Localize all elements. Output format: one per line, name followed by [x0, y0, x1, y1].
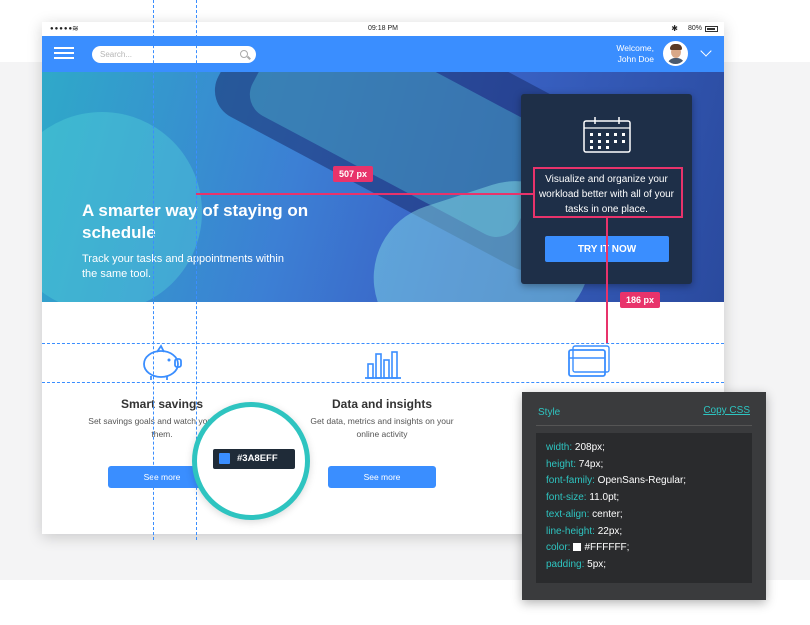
color-swatch-white: [573, 543, 582, 552]
color-hex-value: #3A8EFF: [237, 453, 278, 464]
measure-line-horizontal: [196, 193, 533, 195]
guide-horizontal-bottom: [42, 382, 724, 383]
avatar[interactable]: [663, 41, 688, 66]
css-line: font-size: 11.0pt;: [546, 492, 620, 504]
css-line: padding: 5px;: [546, 558, 607, 570]
chevron-down-icon[interactable]: [700, 45, 712, 57]
style-inspector-panel: Style Copy CSS width: 208px; height: 74p…: [522, 392, 766, 600]
measure-tag-vertical: 186 px: [620, 292, 661, 308]
panel-divider: [536, 425, 752, 426]
css-line: width: 208px;: [546, 442, 605, 453]
user-name: John Doe: [617, 54, 654, 64]
guide-vertical-left: [153, 0, 154, 540]
battery-icon: [705, 26, 718, 32]
status-time: 09:18 PM: [368, 25, 398, 32]
color-picker-tooltip: #3A8EFF: [213, 449, 295, 469]
search-icon[interactable]: [240, 50, 248, 58]
feature-text: Get data, metrics and insights on your o…: [310, 416, 454, 439]
battery-percent: 80%: [687, 25, 702, 32]
piggy-bank-icon: [143, 344, 182, 380]
guide-horizontal-top: [42, 343, 724, 344]
see-more-button[interactable]: See more: [328, 466, 436, 488]
search-bar: [92, 46, 256, 63]
user-greeting: Welcome, John Doe: [616, 43, 654, 65]
panel-title: Style: [538, 407, 561, 418]
css-line: font-family: OpenSans-Regular;: [546, 475, 687, 487]
copy-css-link[interactable]: Copy CSS: [703, 405, 750, 416]
cards-icon: [568, 345, 610, 377]
measured-element-outline: [533, 167, 683, 218]
welcome-label: Welcome,: [616, 43, 654, 53]
css-line: text-align: center;: [546, 508, 623, 520]
css-line: color: #FFFFFF;: [546, 542, 630, 554]
calendar-icon: [583, 117, 631, 153]
bar-chart-icon: [365, 351, 401, 379]
measure-line-vertical: [606, 218, 608, 343]
hero-title: A smarter way of staying on schedule: [82, 201, 309, 242]
measure-tag-horizontal: 507 px: [333, 166, 374, 182]
css-line: line-height: 22px;: [546, 525, 623, 537]
search-input[interactable]: [100, 48, 230, 61]
status-bar: ●●●●● ≋ 09:18 PM ✱ 80%: [42, 22, 724, 36]
app-header: Welcome, John Doe: [42, 36, 724, 72]
css-code-block: width: 208px; height: 74px; font-family:…: [536, 433, 752, 583]
color-swatch: [219, 453, 230, 464]
hero-subtitle: Track your tasks and appointments within…: [82, 253, 284, 280]
bluetooth-icon: ✱: [671, 24, 678, 33]
feature-title: Data and insights: [331, 397, 432, 411]
menu-icon[interactable]: [54, 46, 74, 60]
css-line: height: 74px;: [546, 458, 604, 470]
